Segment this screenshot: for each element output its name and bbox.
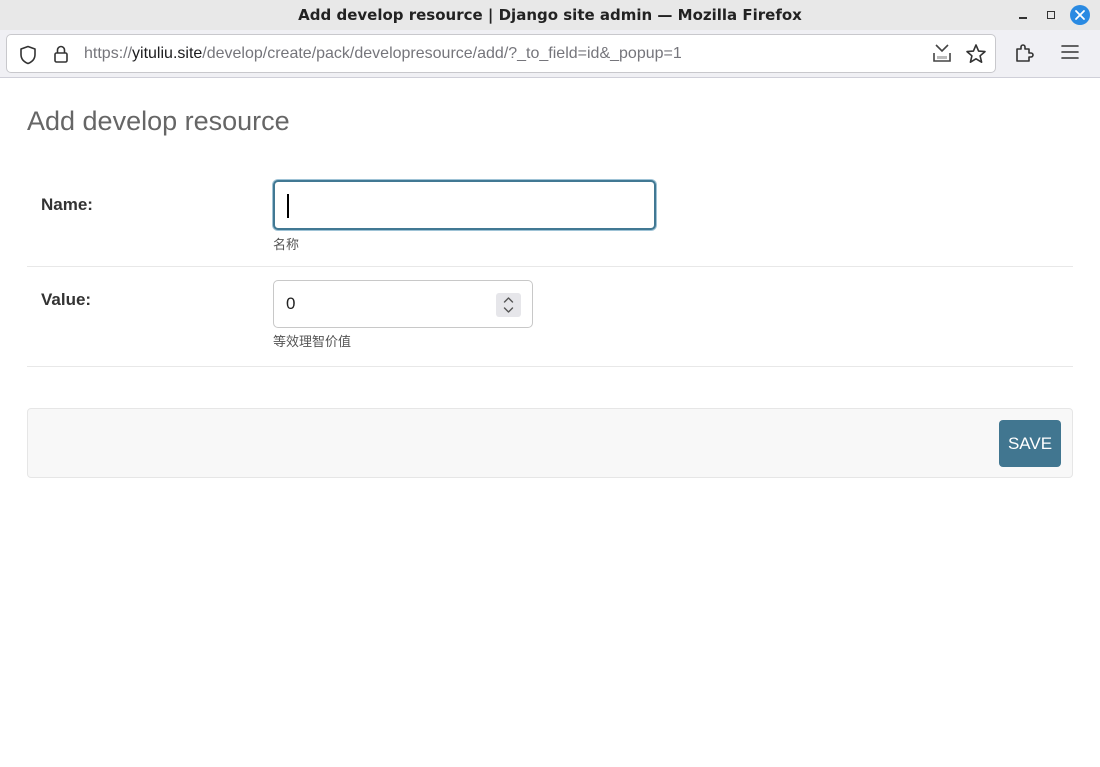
text-caret [287,194,289,218]
save-button[interactable]: SAVE [999,420,1061,467]
window-title: Add develop resource | Django site admin… [298,6,802,24]
lock-icon[interactable] [53,44,69,68]
name-input[interactable] [273,180,656,230]
pocket-icon[interactable] [932,43,952,69]
url-prefix: https:// [84,45,133,62]
page-content: Add develop resource Name: 名称 Value: 0 等… [0,79,1100,767]
name-label: Name: [41,195,93,214]
value-input-text: 0 [286,294,296,313]
value-number-input[interactable]: 0 [273,280,533,328]
url-text[interactable]: https://yituliu.site/develop/create/pack… [84,45,682,63]
bookmark-star-icon[interactable] [965,43,987,69]
url-path: /develop/create/pack/developresource/add… [202,45,682,62]
spinner-icon[interactable] [496,293,521,317]
form-row-value: Value: 0 等效理智价值 [27,267,1073,367]
close-icon[interactable] [1070,5,1090,25]
url-host: yituliu.site [132,45,203,62]
url-bar[interactable]: https://yituliu.site/develop/create/pack… [6,34,996,73]
minimize-icon[interactable] [1013,5,1033,25]
hamburger-menu-icon[interactable] [1060,44,1080,64]
value-label: Value: [41,290,92,309]
window-titlebar: Add develop resource | Django site admin… [0,0,1100,30]
name-help-text: 名称 [273,238,300,253]
maximize-icon[interactable] [1041,5,1061,25]
submit-row: SAVE [27,408,1073,478]
browser-navbar: https://yituliu.site/develop/create/pack… [0,30,1100,78]
value-help-text: 等效理智价值 [273,335,352,350]
page-title: Add develop resource [27,106,290,136]
shield-icon[interactable] [19,45,37,69]
form-row-name: Name: 名称 [27,172,1073,267]
extensions-icon[interactable] [1013,42,1035,68]
